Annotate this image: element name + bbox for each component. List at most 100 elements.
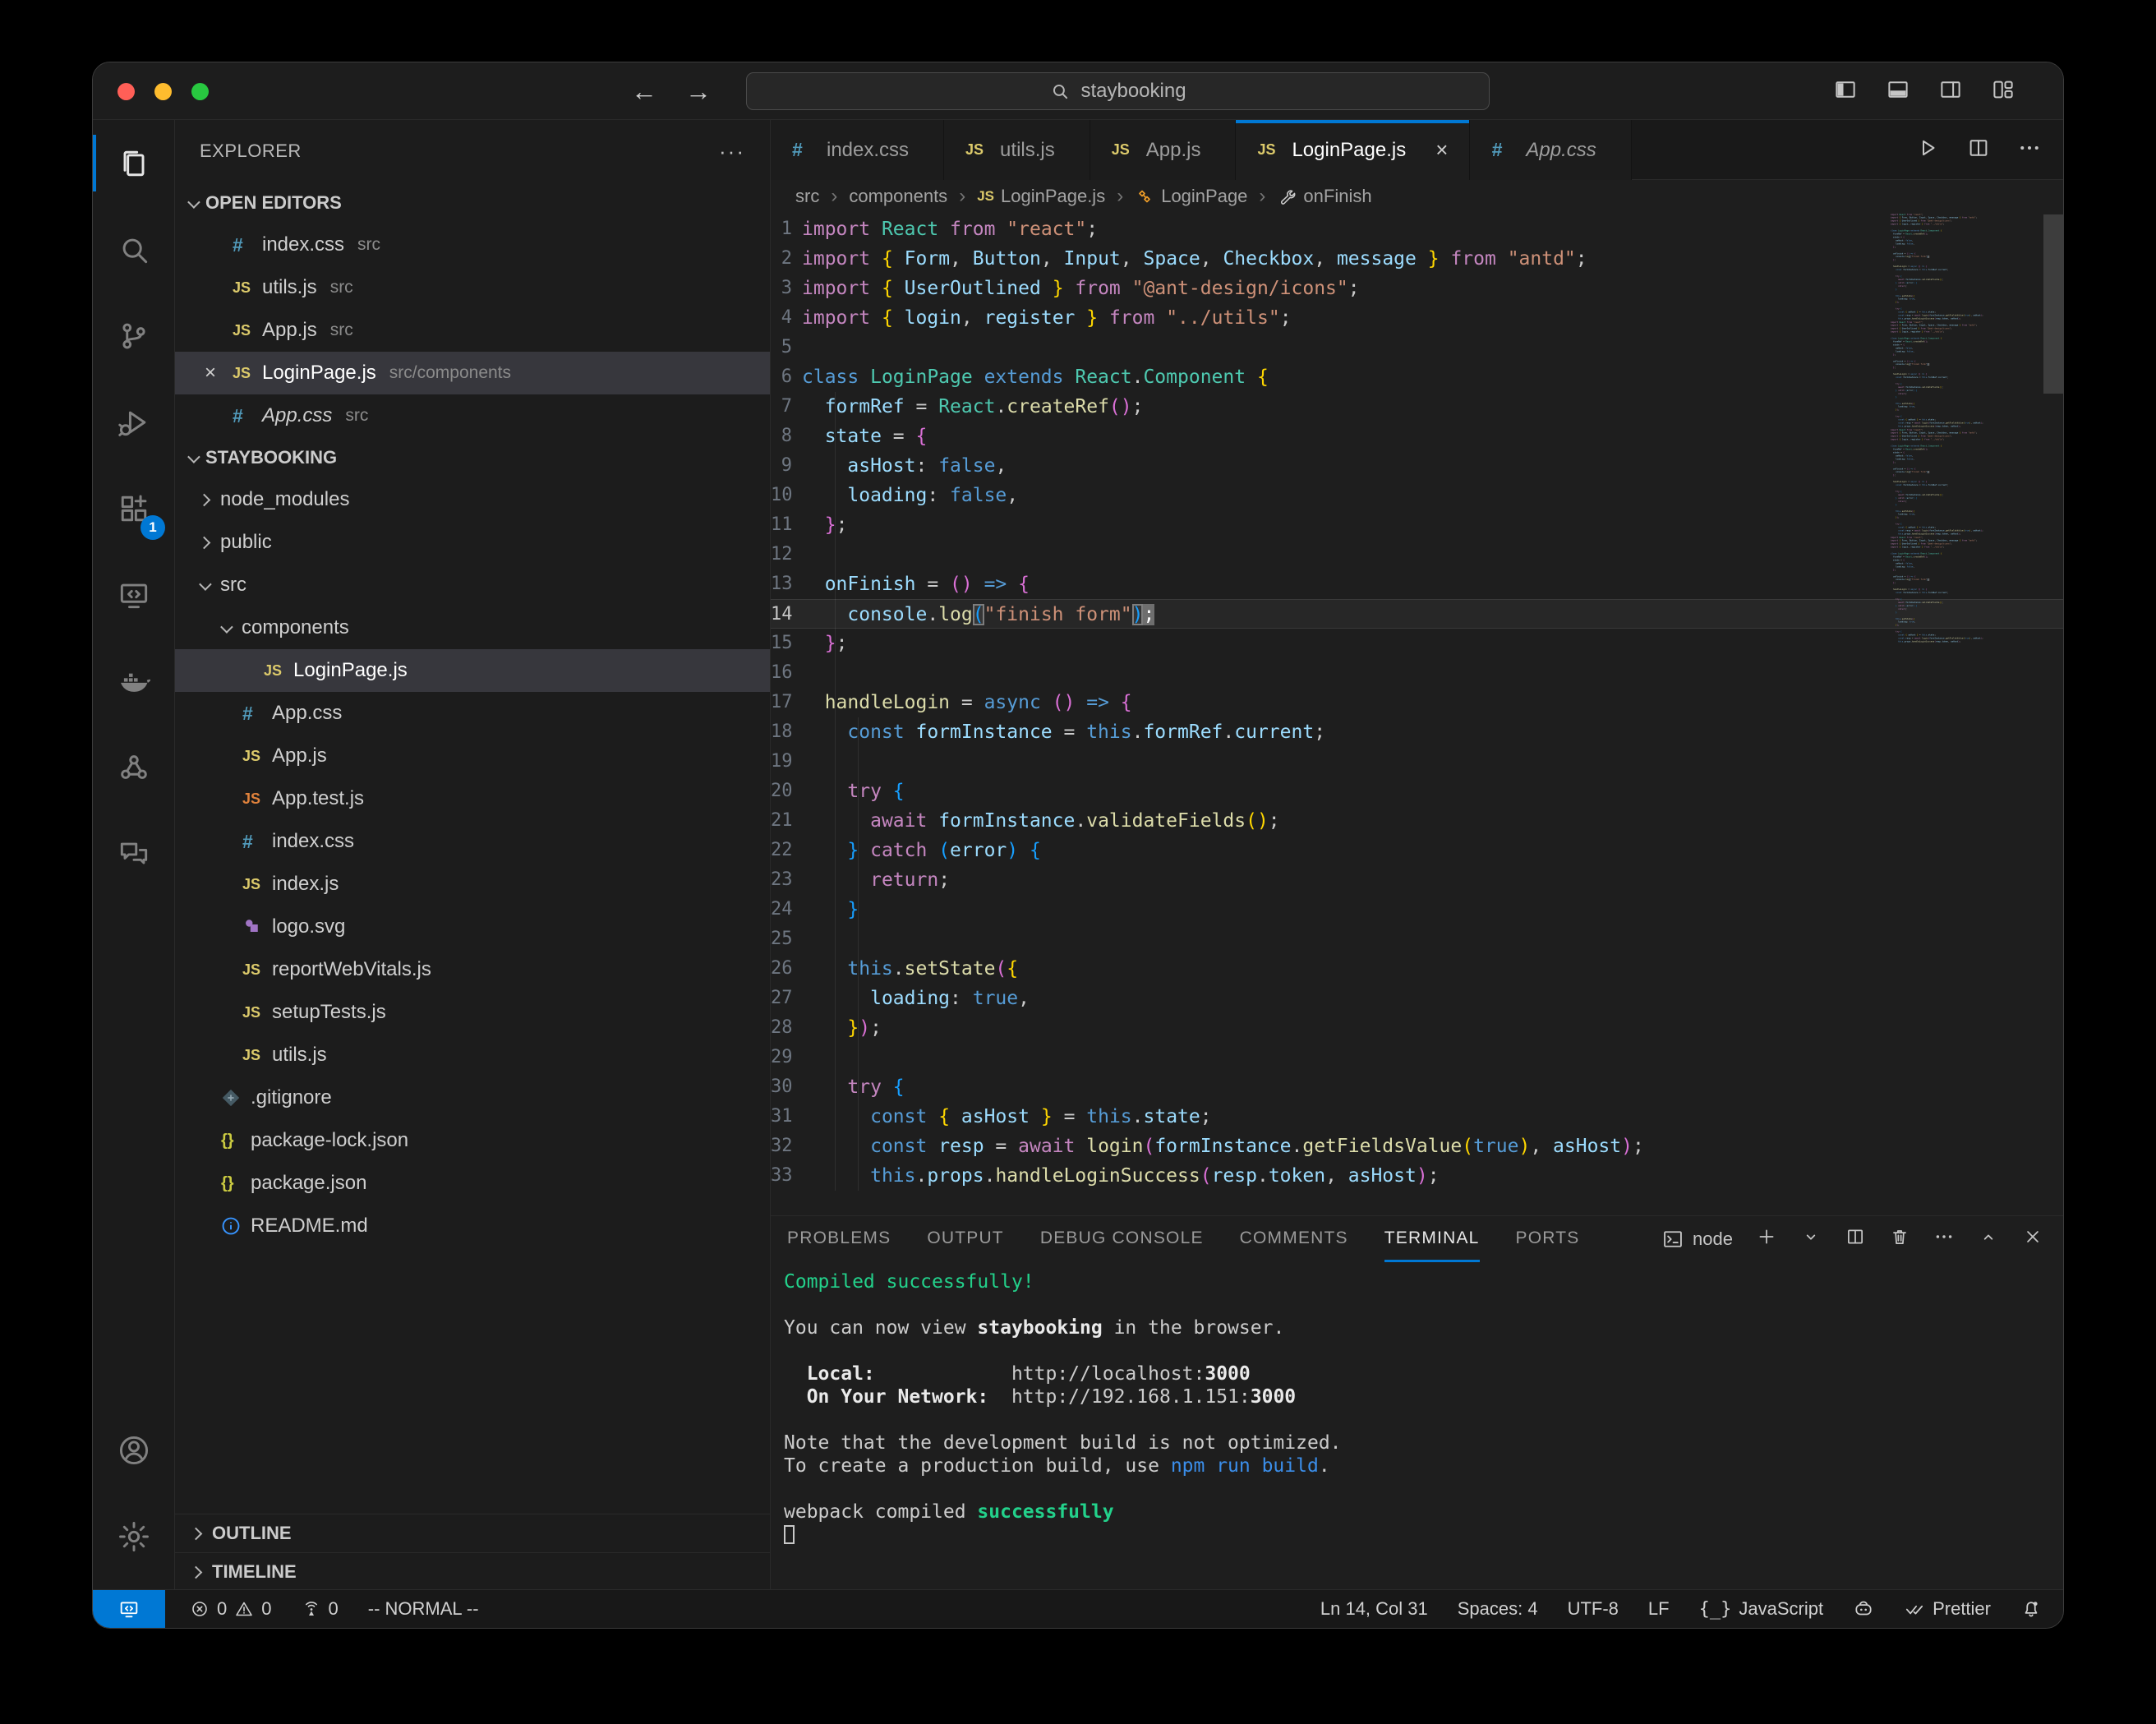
code-token: ; [836,514,848,536]
tree-folder-node-modules[interactable]: node_modules [175,478,770,521]
project-section-header[interactable]: STAYBOOKING [175,437,770,478]
open-editor-item[interactable]: JS App.js src [175,309,770,352]
panel-tab-comments[interactable]: COMMENTS [1240,1216,1348,1262]
kill-terminal-button[interactable] [1889,1226,1910,1252]
open-editor-item[interactable]: # index.css src [175,224,770,266]
new-terminal-button[interactable] [1756,1226,1777,1252]
formatter-status[interactable]: Prettier [1904,1598,1991,1620]
tree-file-reportwebvitals-js[interactable]: JS reportWebVitals.js [175,948,770,991]
tree-file-readme-md[interactable]: README.md [175,1205,770,1247]
cursor-position[interactable]: Ln 14, Col 31 [1320,1598,1428,1620]
toggle-secondary-sidebar-button[interactable] [1938,77,1963,106]
breadcrumb-item[interactable]: JS LoginPage.js [977,186,1105,207]
remote-indicator[interactable] [93,1590,165,1628]
activity-item-search[interactable] [93,206,175,293]
close-window-button[interactable] [117,83,135,100]
forwarded-ports-indicator[interactable]: 0 [302,1598,339,1620]
code-line: 3 import { UserOutlined } from "@ant-desi… [771,274,2063,303]
code-editor[interactable]: 1 import React from "react"; 2 import { For… [771,213,2063,1215]
activity-item-live-share[interactable] [93,724,175,810]
activity-item-source-control[interactable] [93,293,175,379]
more-actions-icon[interactable]: ··· [719,139,745,164]
tab-loginpage-js[interactable]: JS LoginPage.js × [1236,120,1471,180]
command-center-search[interactable]: staybooking [746,72,1490,110]
eol-setting[interactable]: LF [1648,1598,1670,1620]
zoom-window-button[interactable] [191,83,209,100]
tab-app-css[interactable]: # App.css [1470,120,1632,180]
breadcrumb-item[interactable]: components [849,186,947,207]
tree-file-app-test-js[interactable]: JS App.test.js [175,777,770,820]
tree-file-app-js[interactable]: JS App.js [175,735,770,777]
tree-file-app-css[interactable]: # App.css [175,692,770,735]
tree-file-index-js[interactable]: JS index.js [175,863,770,906]
tree-folder-src[interactable]: src [175,564,770,606]
open-editor-item[interactable]: JS utils.js src [175,266,770,309]
tree-file--gitignore[interactable]: .gitignore [175,1076,770,1119]
copilot-status[interactable] [1853,1598,1874,1620]
run-button[interactable] [1915,136,1940,164]
activity-item-account[interactable] [93,1407,175,1493]
minimap[interactable]: import React from "react"; import { Form,… [1891,213,2039,689]
launch-profile-dropdown-icon[interactable] [1800,1226,1822,1252]
launch-profile[interactable]: node [1661,1228,1733,1251]
tree-folder-components[interactable]: components [175,606,770,649]
outline-section[interactable]: OUTLINE [175,1514,770,1552]
toggle-sidebar-button[interactable] [1833,77,1858,106]
activity-item-docker[interactable] [93,638,175,724]
tree-file-logo-svg[interactable]: logo.svg [175,906,770,948]
activity-item-run-debug[interactable] [93,379,175,465]
editor-scrollbar[interactable] [2043,214,2063,394]
chevron-down-icon [199,577,212,591]
tree-file-loginpage-js[interactable]: JS LoginPage.js [175,649,770,692]
panel-tab-terminal[interactable]: TERMINAL [1384,1216,1480,1262]
chevron-right-icon [197,493,211,506]
tree-file-setuptests-js[interactable]: JS setupTests.js [175,991,770,1034]
breadcrumb-item[interactable]: src [795,186,819,207]
tab-app-js[interactable]: JS App.js [1090,120,1237,180]
more-actions-icon[interactable] [1933,1226,1955,1252]
activity-item-remote-explorer[interactable] [93,551,175,638]
activity-item-settings[interactable] [93,1493,175,1579]
maximize-panel-button[interactable] [1978,1226,1999,1252]
split-editor-button[interactable] [1966,136,1991,164]
terminal-output[interactable]: Compiled successfully! You can now view s… [771,1262,2063,1547]
encoding-setting[interactable]: UTF-8 [1568,1598,1619,1620]
panel-tab-problems[interactable]: PROBLEMS [787,1216,891,1262]
tab-utils-js[interactable]: JS utils.js [944,120,1090,180]
customize-layout-button[interactable] [1991,77,2015,106]
language-mode[interactable]: {̲} JavaScript [1699,1598,1823,1620]
tree-file-utils-js[interactable]: JS utils.js [175,1034,770,1076]
back-button[interactable]: ← [631,76,657,107]
activity-item-comments[interactable] [93,810,175,897]
terminal-line: webpack compiled successfully [784,1500,2063,1523]
error-count: 0 [217,1598,228,1619]
open-editor-item[interactable]: # App.css src [175,394,770,437]
tab-index-css[interactable]: # index.css [771,120,945,180]
close-editor-icon[interactable]: × [205,362,233,385]
panel-tab-ports[interactable]: PORTS [1516,1216,1580,1262]
panel-tab-output[interactable]: OUTPUT [927,1216,1004,1262]
tree-file-package-lock-json[interactable]: {} package-lock.json [175,1119,770,1162]
notifications-bell[interactable] [2020,1598,2042,1620]
indentation-setting[interactable]: Spaces: 4 [1458,1598,1538,1620]
close-tab-icon[interactable]: × [1435,137,1448,163]
open-editor-item[interactable]: × JS LoginPage.js src/components [175,352,770,394]
toggle-panel-button[interactable] [1886,77,1910,106]
minimize-window-button[interactable] [154,83,172,100]
open-editors-header[interactable]: OPEN EDITORS [175,182,770,224]
breadcrumb-item[interactable]: onFinish [1277,186,1372,207]
forward-button[interactable]: → [685,76,712,107]
split-terminal-button[interactable] [1845,1226,1866,1252]
tree-folder-public[interactable]: public [175,521,770,564]
panel-tab-debug-console[interactable]: DEBUG CONSOLE [1040,1216,1204,1262]
breadcrumb-item[interactable]: LoginPage [1135,186,1247,207]
tree-file-index-css[interactable]: # index.css [175,820,770,863]
more-actions-icon[interactable] [2017,136,2042,164]
close-panel-button[interactable] [2022,1226,2043,1252]
code-token: setState [904,958,996,980]
timeline-section[interactable]: TIMELINE [175,1552,770,1591]
activity-item-extensions[interactable]: 1 [93,465,175,551]
tree-file-package-json[interactable]: {} package.json [175,1162,770,1205]
problems-indicator[interactable]: 00 [190,1598,272,1620]
activity-item-explorer[interactable] [93,120,175,206]
